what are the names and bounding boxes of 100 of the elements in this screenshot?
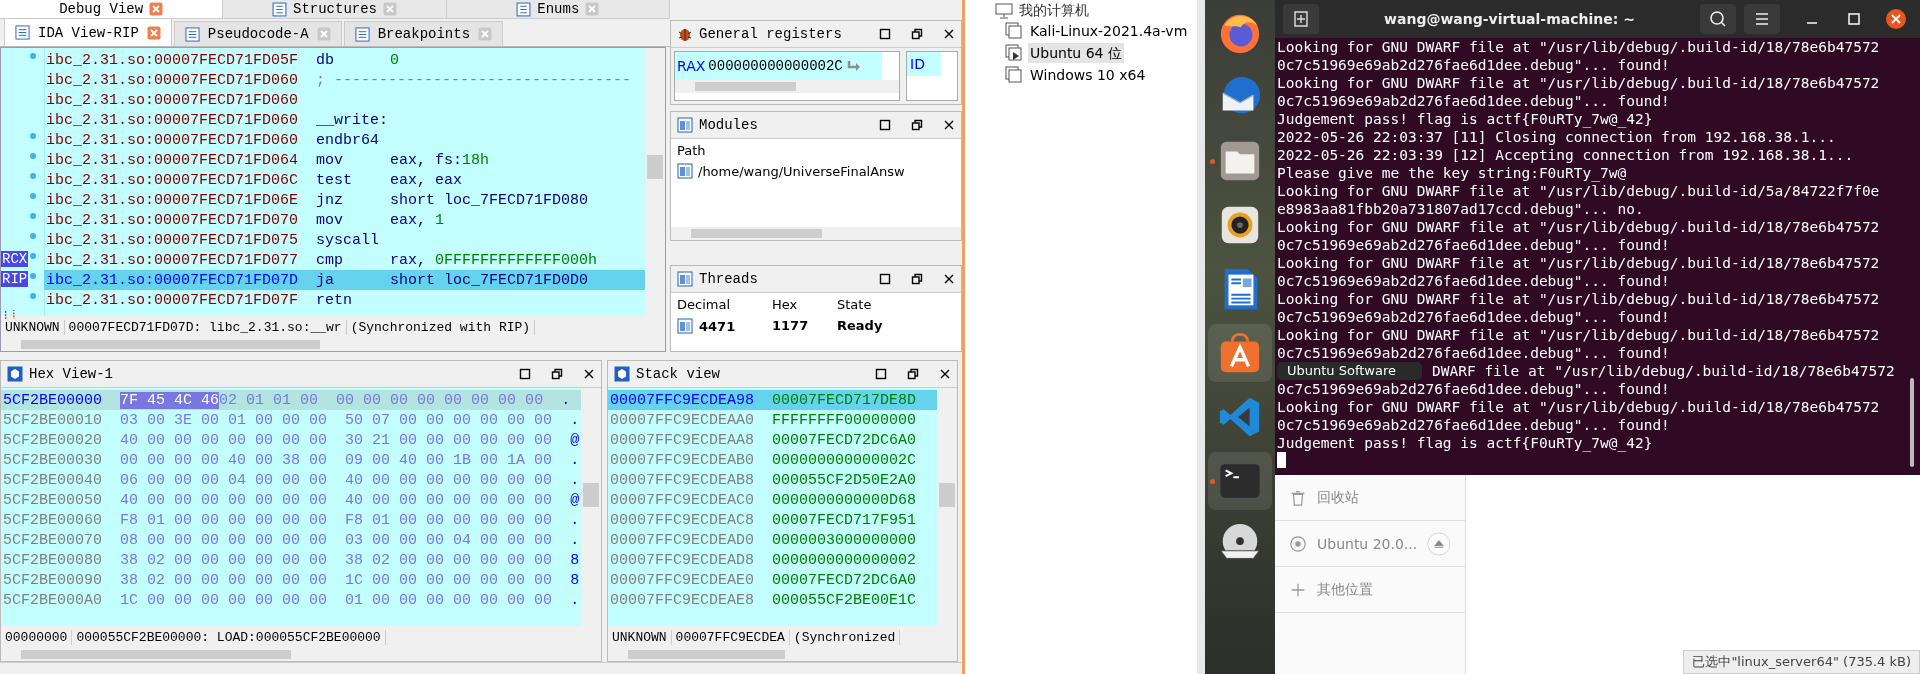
operands: rax, 0FFFFFFFFFFFFF000h [390,251,598,269]
address: 5CF2BE00060 [3,511,103,529]
menu-icon[interactable] [1744,4,1780,34]
mnemonic: jnz [316,191,344,209]
new-tab-icon[interactable] [1283,4,1319,34]
tab[interactable]: Enums [446,0,670,18]
address: 5CF2BE00090 [3,571,103,589]
terminal-line: Judgement pass! flag is actf{F0uRTy_7w@_42} [1277,110,1653,128]
close-icon[interactable] [939,368,951,380]
ascii-text: . [570,511,580,529]
column-header[interactable]: Path [677,143,955,158]
document-icon [516,1,532,17]
hex-bytes: 40 00 00 00 00 00 00 00 [120,491,328,509]
ascii-text: @ [570,431,580,449]
panel-title: Threads [699,271,758,287]
jump-arrow-icon[interactable] [845,58,862,74]
flag-label: ID [907,52,941,76]
tab[interactable]: Pseudocode-A [173,21,342,46]
operands: short loc_7FECD71FD080 [390,191,589,209]
status-field: (Synchronized [789,629,901,645]
stack-address: 00007FFC9ECDEAD0 [610,531,755,549]
restore-icon[interactable] [907,368,919,380]
address: 5CF2BE00010 [3,411,103,429]
vertical-scrollbar[interactable] [581,388,601,626]
window-title: wang@wang-virtual-machine: ~ [1383,11,1636,27]
close-icon[interactable] [943,119,955,131]
terminal-line: 0c7c51969e69ab2d276fae6d1dee.debug"... found! [1277,56,1670,74]
terminal-line: 0c7c51969e69ab2d276fae6d1dee.debug"... found! [1277,380,1670,398]
address: 5CF2BE00000 [3,391,103,409]
document-icon [15,25,30,40]
restore-icon[interactable] [911,28,923,40]
column-header[interactable]: Decimal [677,297,772,312]
close-icon[interactable] [1886,9,1906,29]
horizontal-scrollbar[interactable] [675,80,899,93]
register-value[interactable]: 000000000000002C [708,58,843,74]
address: 5CF2BE00080 [3,551,103,569]
restore-icon[interactable] [911,119,923,131]
vertical-scrollbar[interactable] [645,48,665,316]
stack-address: 00007FFC9ECDEAA8 [610,431,755,449]
vertical-scrollbar[interactable] [937,388,957,626]
mnemonic: test [316,171,353,189]
stack-value: 00007FECD72DC6A0 [772,431,917,449]
tab[interactable]: Structures [223,0,447,18]
list-icon [677,117,693,133]
hex-bytes: 40 00 00 00 00 00 00 00 [345,471,553,489]
monitor-icon [995,2,1013,20]
search-icon[interactable] [1700,4,1736,34]
hex-bytes: 30 21 00 00 00 00 00 00 [345,431,553,449]
close-icon[interactable] [943,28,955,40]
column-header[interactable]: State [837,297,955,312]
ascii-text: 8 [570,551,580,569]
hex-bytes: 38 02 00 00 00 00 00 00 [120,551,328,569]
maximize-icon[interactable] [879,273,891,285]
sidebar-item[interactable]: Ubuntu 20.0... [1275,521,1465,567]
maximize-icon[interactable] [879,28,891,40]
restore-icon[interactable] [551,368,563,380]
tab[interactable]: IDA View-RIP [4,18,172,46]
tree-item[interactable]: Ubuntu 64 位 [1028,43,1124,63]
hex-bytes: 1C 00 00 00 00 00 00 00 [120,591,328,609]
terminal-line: 0c7c51969e69ab2d276fae6d1dee.debug"... found! [1277,272,1670,290]
maximize-icon[interactable] [879,119,891,131]
column-header[interactable]: Hex [772,297,837,312]
tree-item[interactable]: 我的计算机 [1019,2,1089,20]
terminal-line: Looking for GNU DWARF file at "/usr/lib/debug/.build-id/5a/84722f7f0e [1277,182,1880,200]
eject-icon[interactable] [1427,529,1451,558]
close-icon[interactable] [943,273,955,285]
mnemonic: mov [316,211,344,229]
restore-icon[interactable] [911,273,923,285]
terminal-line: Looking for GNU DWARF file at "/usr/lib/debug/.build-id/18/78e6b47572 [1277,218,1880,236]
register-label: RCX [1,251,29,267]
stack-address: 00007FFC9ECDEAE0 [610,571,755,589]
operands: eax, fs:18h [390,151,490,169]
hex-bytes: F8 01 00 00 00 00 00 00 [120,511,328,529]
mnemonic: cmp [316,251,344,269]
maximize-icon[interactable] [875,368,887,380]
ascii-text: . [561,391,571,409]
tab[interactable]: Debug View [0,0,224,18]
tab[interactable]: Breakpoints [343,21,504,46]
sidebar-item[interactable]: 回收站 [1275,475,1465,521]
vertical-scrollbar[interactable] [1910,378,1914,467]
terminal-line: 0c7c51969e69ab2d276fae6d1dee.debug"... found! [1277,308,1670,326]
stack-value: 00007FECD72DC6A0 [772,571,917,589]
module-path[interactable]: /home/wang/UniverseFinalAnsw [698,163,905,179]
hex-bytes: 00 00 00 00 00 00 00 00 [336,391,544,409]
sidebar-item[interactable]: 其他位置 [1275,567,1465,613]
close-icon[interactable] [583,368,595,380]
tree-item[interactable]: Windows 10 x64 [1028,65,1148,85]
hex-bytes: 03 00 3E 00 01 00 00 00 [120,411,328,429]
text-cursor [1277,452,1286,468]
address: ibc_2.31.so:00007FECD71FD060 [46,131,300,149]
maximize-icon[interactable] [519,368,531,380]
stack-address: 00007FFC9ECDEAC0 [610,491,755,509]
address: 5CF2BE000A0 [3,591,103,609]
stack-value: 0000000000000D68 [772,491,917,509]
address: ibc_2.31.so:00007FECD71FD075 [46,231,300,249]
terminal-line: 0c7c51969e69ab2d276fae6d1dee.debug"... found! [1277,344,1670,362]
operands: eax, 1 [390,211,445,229]
operands: eax, eax [390,171,462,189]
tree-item[interactable]: Kali-Linux-2021.4a-vm [1028,21,1190,41]
address: 5CF2BE00030 [3,451,103,469]
